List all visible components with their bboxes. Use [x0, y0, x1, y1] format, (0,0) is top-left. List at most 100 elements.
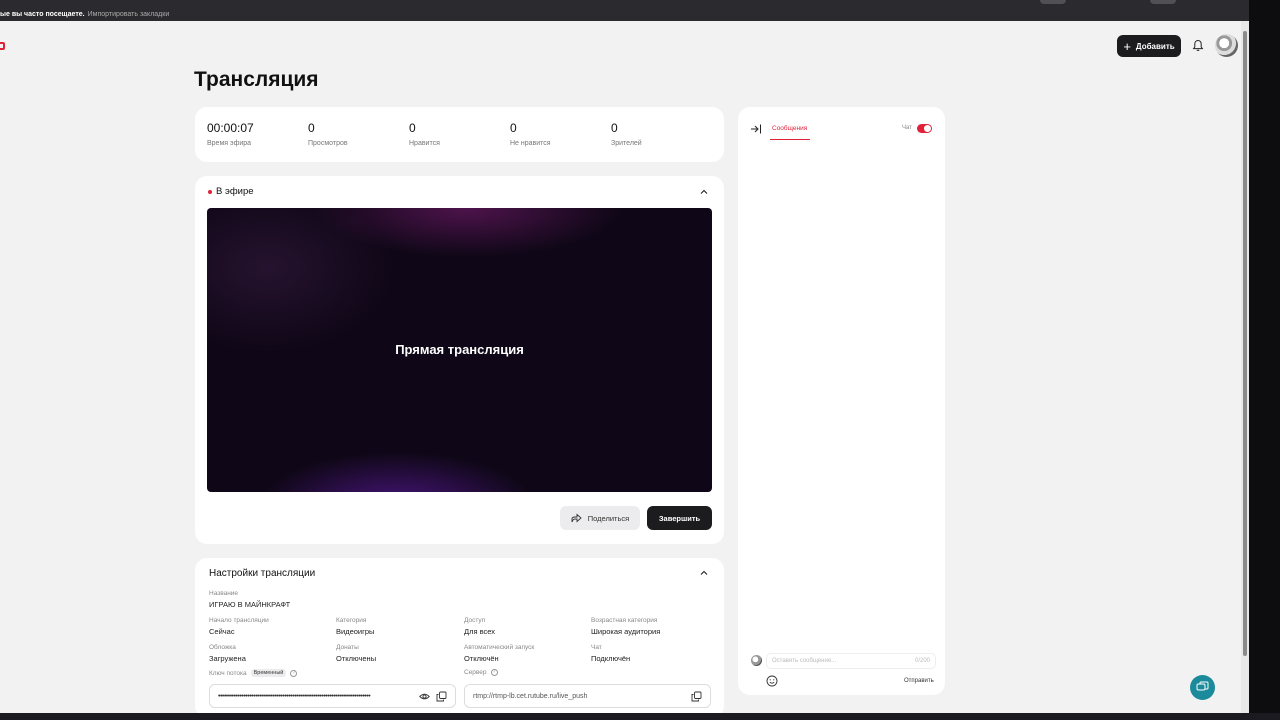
logo-icon[interactable] — [0, 42, 5, 50]
stream-key-label-row: Ключ потока Временный ? — [209, 669, 298, 677]
field-cover: Обложка Загружена — [209, 644, 246, 663]
server-field[interactable]: rtmp://rtmp-lb.cet.rutube.ru/live_push — [464, 684, 711, 708]
stat-value: 0 — [409, 121, 416, 135]
chat-message-input[interactable]: Оставить сообщение... 0/200 — [766, 653, 936, 669]
field-value: Загружена — [209, 654, 246, 663]
field-chat: Чат Подключён — [591, 644, 630, 663]
support-chat-button[interactable] — [1190, 675, 1215, 700]
stat-likes: 0 Нравится — [409, 121, 440, 147]
field-value: ИГРАЮ В МАЙНКРАФТ — [209, 600, 291, 609]
field-category: Категория Видеоигры — [336, 617, 374, 636]
stream-key-value: ••••••••••••••••••••••••••••••••••••••••… — [218, 692, 371, 700]
stats-card: 00:00:07 Время эфира 0 Просмотров 0 Нрав… — [195, 107, 724, 162]
import-bookmarks-link[interactable]: Импортировать закладки — [88, 11, 170, 18]
chat-char-counter: 0/200 — [914, 658, 930, 664]
field-label: Автоматический запуск — [464, 644, 535, 651]
chat-toggle-label: Чат — [902, 125, 912, 131]
taskbar — [0, 713, 1280, 720]
field-value: Отключён — [464, 654, 499, 663]
bell-icon[interactable] — [1192, 39, 1204, 52]
stream-settings-card: Настройки трансляции Название ИГРАЮ В МА… — [195, 558, 724, 718]
settings-title: Настройки трансляции — [209, 568, 316, 579]
page-title: Трансляция — [194, 68, 319, 91]
field-label: Возрастная категория — [591, 617, 658, 624]
share-button-label: Поделиться — [587, 513, 630, 523]
field-value: Видеоигры — [336, 627, 375, 636]
field-label: Начало трансляции — [209, 617, 269, 624]
player-caption: Прямая трансляция — [395, 342, 524, 357]
send-button[interactable]: Отправить — [904, 678, 934, 684]
collapse-panel-icon[interactable] — [750, 123, 762, 135]
stat-viewers: 0 Зрителей — [611, 121, 642, 147]
bookmarks-hint: ые вы часто посещаете. — [0, 11, 85, 18]
field-value: Отключены — [336, 654, 377, 663]
toggle-knob — [924, 125, 931, 132]
window-edge — [1249, 0, 1280, 720]
support-chat-icon — [1196, 681, 1209, 691]
stat-airtime: 00:00:07 Время эфира — [207, 121, 254, 147]
help-icon[interactable]: ? — [490, 669, 498, 676]
share-button[interactable]: Поделиться — [560, 506, 640, 530]
add-button[interactable]: + Добавить — [1117, 35, 1181, 57]
stat-label: Не нравится — [510, 140, 551, 147]
stat-value: 0 — [308, 121, 315, 135]
field-name: Название ИГРАЮ В МАЙНКРАФТ — [209, 590, 290, 609]
browser-tab[interactable] — [1040, 0, 1066, 4]
emoji-icon[interactable] — [766, 675, 778, 687]
user-avatar — [751, 655, 762, 666]
field-label: Доступ — [464, 617, 486, 624]
stream-key-label: Ключ потока — [209, 669, 247, 677]
server-label: Сервер — [464, 669, 487, 676]
stat-value: 0 — [510, 121, 517, 135]
tab-messages[interactable]: Сообщения — [772, 125, 807, 132]
browser-tab[interactable] — [1150, 0, 1176, 4]
field-label: Категория — [336, 617, 367, 624]
live-status-label: В эфире — [216, 186, 254, 197]
field-autostart: Автоматический запуск Отключён — [464, 644, 534, 663]
field-value: Подключён — [591, 654, 631, 663]
chevron-up-icon[interactable] — [699, 568, 709, 578]
field-access: Доступ Для всех — [464, 617, 495, 636]
temporary-badge: Временный — [250, 669, 287, 677]
page-scrollbar[interactable] — [1241, 21, 1249, 713]
share-icon — [571, 513, 582, 523]
copy-icon[interactable] — [691, 691, 702, 702]
server-label-row: Сервер ? — [464, 669, 498, 676]
chat-panel: Сообщения Чат Оставить сообщение... 0/20… — [738, 107, 945, 695]
chat-toggle[interactable] — [917, 124, 932, 133]
stat-label: Время эфира — [207, 140, 252, 147]
field-donations: Донаты Отключены — [336, 644, 376, 663]
live-dot-icon — [208, 189, 212, 194]
field-start: Начало трансляции Сейчас — [209, 617, 269, 636]
copy-icon[interactable] — [436, 691, 447, 702]
field-age-rating: Возрастная категория Широкая аудитория — [591, 617, 660, 636]
plus-icon: + — [1123, 38, 1131, 54]
field-label: Чат — [591, 644, 602, 651]
browser-tab-strip — [0, 0, 1280, 8]
stat-label: Зрителей — [611, 140, 642, 147]
finish-button[interactable]: Завершить — [647, 506, 712, 530]
stream-key-field[interactable]: ••••••••••••••••••••••••••••••••••••••••… — [209, 684, 456, 708]
field-label: Донаты — [336, 644, 359, 651]
bookmarks-bar: ые вы часто посещаете. Импортировать закл… — [0, 8, 1280, 21]
live-card: В эфире Прямая трансляция Поделиться Зав… — [195, 176, 724, 544]
field-label: Обложка — [209, 644, 236, 651]
eye-icon[interactable] — [419, 691, 430, 702]
field-label: Название — [209, 590, 239, 597]
stat-value: 00:00:07 — [207, 121, 254, 135]
stat-label: Нравится — [409, 140, 440, 147]
help-icon[interactable]: ? — [290, 669, 298, 677]
field-value: Для всех — [464, 627, 496, 636]
stat-dislikes: 0 Не нравится — [510, 121, 551, 147]
video-player[interactable]: Прямая трансляция — [207, 208, 712, 492]
server-value: rtmp://rtmp-lb.cet.rutube.ru/live_push — [473, 692, 588, 700]
avatar[interactable] — [1215, 34, 1238, 57]
finish-button-label: Завершить — [658, 513, 701, 523]
stat-views: 0 Просмотров — [308, 121, 348, 147]
field-value: Сейчас — [209, 627, 235, 636]
live-status: В эфире — [208, 186, 254, 197]
chevron-up-icon[interactable] — [699, 187, 709, 197]
add-button-label: Добавить — [1135, 41, 1175, 51]
scrollbar-thumb[interactable] — [1243, 31, 1247, 656]
stat-label: Просмотров — [308, 140, 348, 147]
